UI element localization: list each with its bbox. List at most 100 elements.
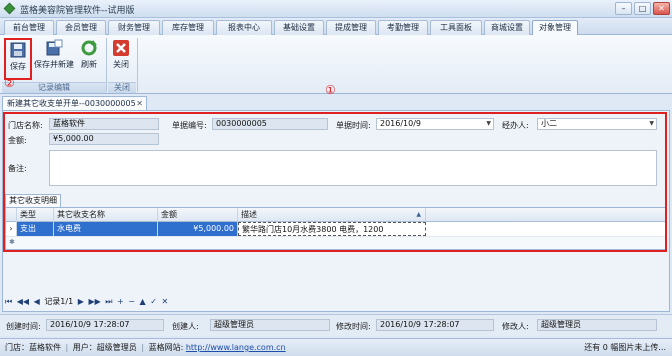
grid-header: 类型 其它收支名称 金额 描述 ▲ [6,208,665,222]
status-divider: | [65,343,69,352]
modifier-field: 超级管理员 [537,319,657,331]
handler-value: 小二 [541,119,557,128]
cancel-record-icon[interactable]: ✕ [162,297,169,306]
upload-status: 还有 0 幅图片未上传... [584,343,666,352]
tab-reports[interactable]: 报表中心 [216,20,272,35]
row-indicator-header [6,208,17,222]
column-header-amount[interactable]: 金额 [158,208,238,222]
audit-info-bar: 创建时间: 2016/10/9 17:28:07 创建人: 超级管理员 修改时间… [0,314,672,336]
order-no-field[interactable]: 0030000005 [212,118,328,130]
ribbon-toolbar: 保存 保存并新建 刷新 关闭 记录编辑 关闭 [0,35,672,94]
ribbon-separator [137,38,138,92]
tab-front-desk[interactable]: 前台管理 [4,20,54,35]
tab-object-management[interactable]: 对象管理 [532,20,578,36]
new-row-icon: ✱ [9,238,15,246]
tab-finance[interactable]: 财务管理 [108,20,160,35]
record-navigator: ⏮ ◀◀ ◀ 记录1/1 ▶ ▶▶ ⏭ + − ▲ ✓ ✕ [5,296,305,308]
last-record-icon[interactable]: ⏭ [105,297,112,306]
tab-attendance[interactable]: 考勤管理 [378,20,428,35]
refresh-button[interactable]: 刷新 [77,38,101,80]
column-header-name[interactable]: 其它收支名称 [54,208,158,222]
amount-field: ¥5,000.00 [49,133,159,145]
tab-member[interactable]: 会员管理 [56,20,106,35]
cell-name[interactable]: 水电费 [54,222,158,236]
ribbon-separator [106,38,107,92]
order-time-value: 2016/10/9 [380,119,422,128]
close-group-label: 关闭 [108,82,136,93]
prev-page-icon[interactable]: ◀◀ [17,297,29,306]
save-new-icon [46,39,63,56]
remove-record-icon[interactable]: − [128,297,135,306]
close-window-button[interactable]: ✕ [653,2,670,15]
maximize-button[interactable]: □ [634,2,651,15]
modified-time-label: 修改时间: [336,322,371,331]
tab-basic-settings[interactable]: 基础设置 [274,20,324,35]
handler-select[interactable]: 小二 ▼ [537,118,657,130]
remark-label: 备注: [8,164,27,173]
creator-label: 创建人: [172,322,199,331]
row-pointer-icon: › [6,222,17,236]
close-tab-icon[interactable]: ✕ [136,97,143,110]
document-tab[interactable]: 新建其它收支单开单--0030000005 ✕ [2,96,147,110]
status-divider: | [141,343,145,352]
chevron-down-icon[interactable]: ▼ [486,119,491,129]
close-icon [113,40,129,56]
status-site-label: 蓝格网站: [148,343,184,352]
next-page-icon[interactable]: ▶▶ [88,297,100,306]
refresh-label: 刷新 [81,60,97,69]
remark-textarea[interactable] [49,150,657,186]
save-new-label: 保存并新建 [34,60,74,69]
desc-header-label: 描述 [241,210,257,219]
window-controls: – □ ✕ [615,2,670,15]
new-row[interactable]: ✱ [6,236,665,249]
status-bar: 门店：蓝格软件 | 用户：超级管理员 | 蓝格网站: http://www.la… [0,338,672,356]
modifier-label: 修改人: [502,322,529,331]
prev-record-icon[interactable]: ◀ [34,297,40,306]
detail-tab[interactable]: 其它收支明细 [5,194,61,207]
next-record-icon[interactable]: ▶ [78,297,84,306]
tab-inventory[interactable]: 库存管理 [162,20,214,35]
document-tab-label: 新建其它收支单开单--0030000005 [7,99,136,108]
chevron-down-icon[interactable]: ▼ [649,119,654,129]
created-time-field: 2016/10/9 17:28:07 [46,319,164,331]
refresh-icon [81,40,97,56]
confirm-record-icon[interactable]: ✓ [150,297,157,306]
save-and-new-button[interactable]: 保存并新建 [33,38,75,80]
order-no-label: 单据编号: [172,121,207,130]
tab-commission[interactable]: 提成管理 [326,20,376,35]
detail-grid: 类型 其它收支名称 金额 描述 ▲ › 支出 水电费 ¥5,000.00 繁华路… [5,207,666,250]
close-button[interactable]: 关闭 [109,38,133,80]
app-logo-icon [3,2,16,15]
tab-mall-settings[interactable]: 商城设置 [484,20,530,35]
table-row[interactable]: › 支出 水电费 ¥5,000.00 繁华路门店10月水费3800 电费，120… [6,222,665,236]
status-user: 用户：超级管理员 [72,343,137,352]
website-link[interactable]: http://www.lange.com.cn [186,343,286,352]
amount-label: 金额: [8,136,27,145]
main-menu-tabs: 前台管理 会员管理 财务管理 库存管理 报表中心 基础设置 提成管理 考勤管理 … [0,18,672,36]
record-counter: 记录1/1 [44,297,74,306]
title-bar: 蓝格美容院管理软件--试用版 – □ ✕ [0,0,672,18]
created-time-label: 创建时间: [6,322,41,331]
cell-type[interactable]: 支出 [17,222,54,236]
save-label: 保存 [10,62,26,71]
cell-amount[interactable]: ¥5,000.00 [158,222,238,236]
cell-desc[interactable]: 繁华路门店10月水费3800 电费，1200 [238,222,426,236]
minimize-button[interactable]: – [615,2,632,15]
floppy-disk-icon [10,42,26,58]
store-field[interactable]: 蓝格软件 [49,118,159,130]
first-record-icon[interactable]: ⏮ [5,297,12,306]
add-record-icon[interactable]: + [117,297,124,306]
sort-arrow-icon: ▲ [416,211,421,218]
edit-record-icon[interactable]: ▲ [140,297,146,306]
annotation-marker-one: ① [325,83,336,97]
record-edit-group-label: 记录编辑 [2,82,106,93]
annotation-marker-two: ② [4,76,15,90]
column-header-desc[interactable]: 描述 ▲ [238,208,426,222]
handler-label: 经办人: [502,121,529,130]
column-header-type[interactable]: 类型 [17,208,54,222]
order-time-picker[interactable]: 2016/10/9 ▼ [376,118,494,130]
modified-time-field: 2016/10/9 17:28:07 [376,319,494,331]
order-time-label: 单据时间: [336,121,371,130]
save-button[interactable]: 保存 [4,38,32,80]
tab-tools[interactable]: 工具面板 [430,20,482,35]
